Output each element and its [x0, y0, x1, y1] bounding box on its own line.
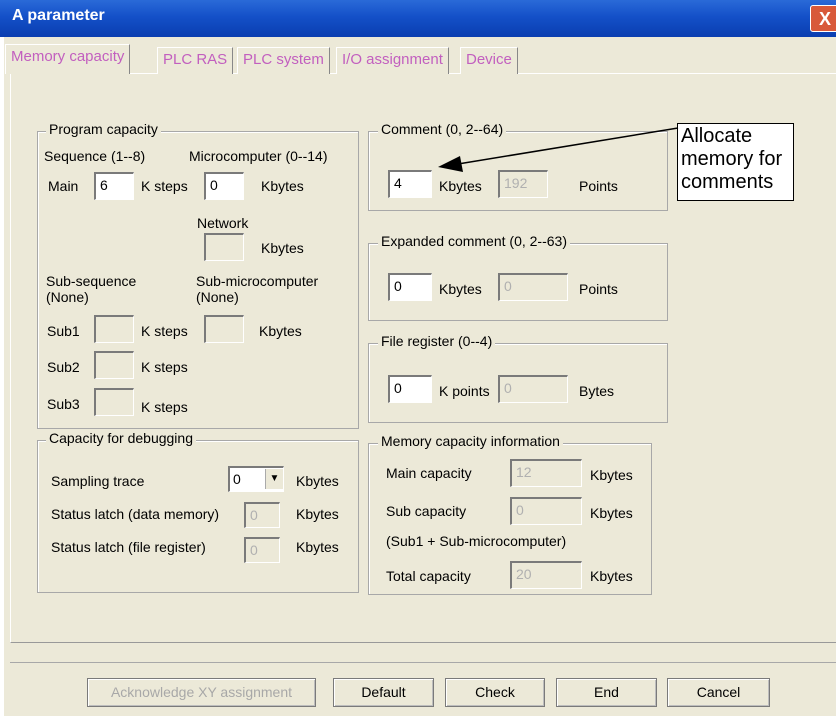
file-register-bytes-input[interactable]: 0 — [498, 375, 568, 403]
memory-info-title: Memory capacity information — [378, 433, 563, 449]
sub1-label: Sub1 — [47, 323, 80, 339]
comment-points-label: Points — [579, 178, 618, 194]
main-k-steps-label: K steps — [141, 178, 188, 194]
end-button[interactable]: End — [556, 678, 657, 707]
default-button[interactable]: Default — [333, 678, 434, 707]
micro-kbytes-label: Kbytes — [261, 178, 304, 194]
sampling-trace-select[interactable]: 0 ▼ — [228, 466, 284, 492]
chevron-down-icon[interactable]: ▼ — [265, 469, 283, 489]
main-capacity-kbytes-label: Kbytes — [590, 467, 633, 483]
window-title: A parameter — [12, 7, 105, 24]
main-capacity-value: 12 — [510, 459, 582, 487]
tab-io-assignment[interactable]: I/O assignment — [336, 47, 449, 74]
close-button[interactable]: X — [810, 5, 836, 32]
expanded-comment-kbytes-label: Kbytes — [439, 281, 482, 297]
expanded-comment-input[interactable]: 0 — [388, 273, 432, 301]
sub-micro-label: Sub-microcomputer — [196, 273, 319, 289]
sub-capacity-note: (Sub1 + Sub-microcomputer) — [386, 533, 567, 549]
cancel-button[interactable]: Cancel — [667, 678, 770, 707]
callout-line-1: Allocate — [681, 125, 753, 147]
total-capacity-label: Total capacity — [386, 568, 471, 584]
debugging-title: Capacity for debugging — [46, 430, 196, 446]
comment-kbytes-input[interactable]: 4 — [388, 170, 432, 198]
callout-line-2: memory for — [681, 148, 783, 170]
file-register-kpoints-label: K points — [439, 383, 490, 399]
sub1-k-steps-label: K steps — [141, 323, 188, 339]
annotation-callout: Allocate memory for comments — [677, 123, 794, 201]
sub-micro-kbytes-label: Kbytes — [259, 323, 302, 339]
expanded-comment-points-label: Points — [579, 281, 618, 297]
sub-capacity-label: Sub capacity — [386, 503, 467, 519]
comment-kbytes-label: Kbytes — [439, 178, 482, 194]
status-data-kbytes-label: Kbytes — [296, 506, 339, 522]
tab-plc-ras[interactable]: PLC RAS — [157, 47, 234, 74]
callout-line-3: comments — [681, 171, 774, 193]
file-register-bytes-label: Bytes — [579, 383, 615, 399]
total-capacity-kbytes-label: Kbytes — [590, 568, 633, 584]
sub-capacity-value: 0 — [510, 497, 582, 525]
sub3-label: Sub3 — [47, 396, 80, 412]
sub-capacity-kbytes-label: Kbytes — [590, 505, 633, 521]
sub-micro-note: (None) — [196, 289, 239, 305]
network-label: Network — [197, 215, 249, 231]
sub1-steps-input[interactable] — [94, 315, 134, 343]
sub-sequence-label: Sub-sequence — [46, 273, 137, 289]
sub2-label: Sub2 — [47, 359, 80, 375]
main-label: Main — [48, 178, 79, 194]
tab-memory-capacity[interactable]: Memory capacity — [5, 44, 131, 74]
sub3-k-steps-label: K steps — [141, 399, 188, 415]
program-capacity-title: Program capacity — [46, 121, 161, 137]
main-steps-input[interactable]: 6 — [94, 172, 134, 200]
microcomputer-label: Microcomputer (0--14) — [189, 148, 328, 164]
status-data-label: Status latch (data memory) — [51, 506, 220, 522]
sampling-trace-label: Sampling trace — [51, 473, 145, 489]
sub2-k-steps-label: K steps — [141, 359, 188, 375]
main-capacity-label: Main capacity — [386, 465, 472, 481]
sub-sequence-note: (None) — [46, 289, 89, 305]
tab-plc-system[interactable]: PLC system — [237, 47, 330, 74]
title-bar — [0, 0, 836, 37]
acknowledge-xy-button[interactable]: Acknowledge XY assignment — [87, 678, 316, 707]
network-input[interactable] — [204, 233, 244, 261]
file-register-title: File register (0--4) — [378, 333, 496, 349]
tab-device[interactable]: Device — [460, 47, 518, 74]
network-kbytes-label: Kbytes — [261, 240, 304, 256]
sampling-trace-value: 0 — [233, 471, 241, 487]
status-file-label: Status latch (file register) — [51, 539, 206, 555]
expanded-comment-points-input[interactable]: 0 — [498, 273, 568, 301]
sequence-label: Sequence (1--8) — [44, 148, 146, 164]
status-file-kbytes-label: Kbytes — [296, 539, 339, 555]
bottom-separator — [10, 662, 836, 663]
sub-micro-input[interactable] — [204, 315, 244, 343]
status-file-input[interactable]: 0 — [244, 537, 280, 563]
sub2-steps-input[interactable] — [94, 351, 134, 379]
file-register-input[interactable]: 0 — [388, 375, 432, 403]
sampling-kbytes-label: Kbytes — [296, 473, 339, 489]
status-data-input[interactable]: 0 — [244, 502, 280, 528]
microcomputer-input[interactable]: 0 — [204, 172, 244, 200]
callout-arrow-icon — [438, 127, 679, 172]
check-button[interactable]: Check — [445, 678, 545, 707]
sub3-steps-input[interactable] — [94, 388, 134, 416]
total-capacity-value: 20 — [510, 561, 582, 589]
expanded-comment-title: Expanded comment (0, 2--63) — [378, 233, 570, 249]
